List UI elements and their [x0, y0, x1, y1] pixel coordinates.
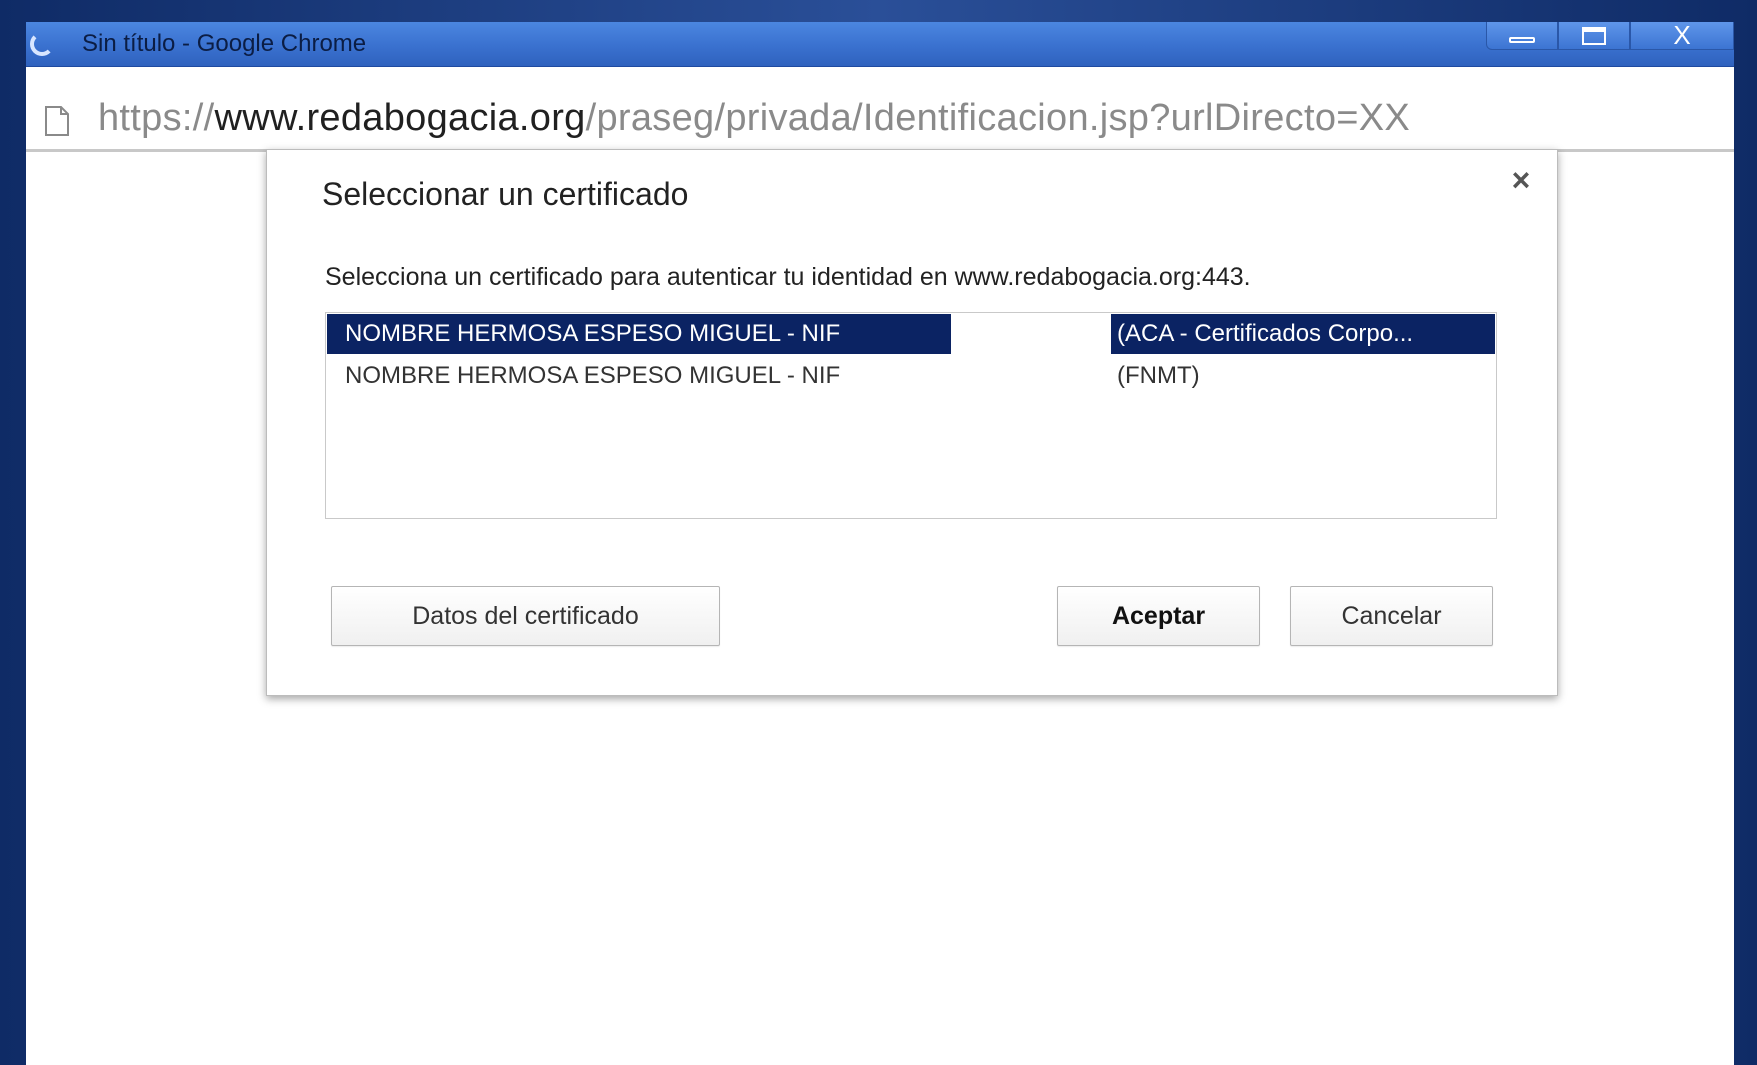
accept-button[interactable]: Aceptar	[1057, 586, 1260, 646]
minimize-icon	[1509, 36, 1535, 43]
certificate-details-button[interactable]: Datos del certificado	[331, 586, 720, 646]
url-path: /praseg/privada/Identificacion.jsp?urlDi…	[585, 97, 1411, 139]
certificate-issuer: (FNMT)	[1117, 362, 1200, 389]
dialog-title: Seleccionar un certificado	[322, 176, 689, 212]
url-scheme: https://	[98, 97, 215, 139]
certificate-issuer: (ACA - Certificados Corpo...	[1111, 314, 1495, 354]
title-bar[interactable]: Sin título - Google Chrome X	[26, 20, 1734, 67]
url-text[interactable]: https://www.redabogacia.org/praseg/priva…	[98, 97, 1410, 140]
dialog-message: Selecciona un certificado para autentica…	[325, 263, 1251, 291]
certificate-name: NOMBRE HERMOSA ESPESO MIGUEL - NIF	[327, 314, 951, 354]
maximize-icon	[1582, 26, 1606, 45]
maximize-button[interactable]	[1558, 22, 1630, 50]
address-bar[interactable]: https://www.redabogacia.org/praseg/priva…	[26, 67, 1734, 152]
certificate-list[interactable]: NOMBRE HERMOSA ESPESO MIGUEL - NIF (ACA …	[325, 312, 1497, 519]
page-icon	[45, 106, 69, 136]
certificate-row[interactable]: NOMBRE HERMOSA ESPESO MIGUEL - NIF (ACA …	[327, 314, 1495, 354]
certificate-dialog: Seleccionar un certificado × Selecciona …	[266, 149, 1558, 696]
window-controls: X	[1486, 20, 1734, 50]
cancel-button[interactable]: Cancelar	[1290, 586, 1493, 646]
window-title: Sin título - Google Chrome	[82, 30, 367, 57]
chrome-logo-icon	[30, 32, 54, 56]
browser-window: Sin título - Google Chrome X https://www…	[26, 20, 1734, 1065]
certificate-name: NOMBRE HERMOSA ESPESO MIGUEL - NIF	[345, 362, 841, 389]
close-icon: X	[1673, 20, 1691, 50]
window-close-button[interactable]: X	[1630, 20, 1734, 50]
minimize-button[interactable]	[1486, 22, 1558, 50]
dialog-close-button[interactable]: ×	[1503, 162, 1539, 198]
certificate-row[interactable]: NOMBRE HERMOSA ESPESO MIGUEL - NIF (FNMT…	[327, 356, 1495, 396]
url-domain: www.redabogacia.org	[214, 97, 586, 139]
